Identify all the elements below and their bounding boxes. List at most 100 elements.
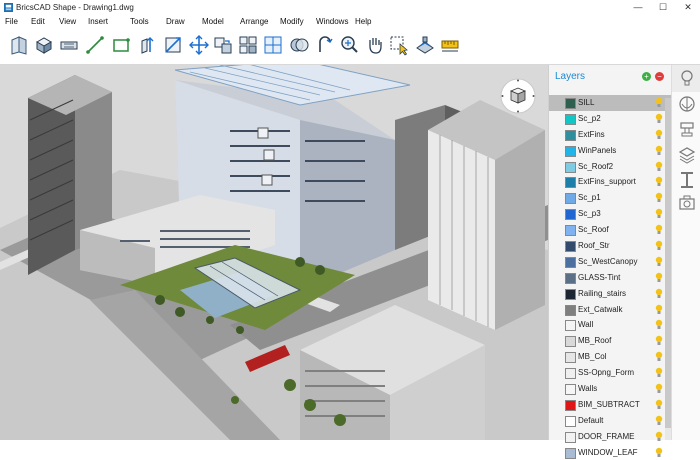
layer-visibility-bulb-icon[interactable] <box>655 399 663 410</box>
box-tool-button[interactable] <box>33 34 55 56</box>
layer-color-swatch[interactable] <box>565 161 576 173</box>
close-button[interactable]: ✕ <box>676 0 700 15</box>
side-tab-lights[interactable] <box>672 65 700 92</box>
layer-visibility-bulb-icon[interactable] <box>655 335 663 346</box>
maximize-button[interactable]: ☐ <box>651 0 675 15</box>
layer-color-swatch[interactable] <box>565 129 576 141</box>
layer-visibility-bulb-icon[interactable] <box>655 272 663 283</box>
zoom-tool-button[interactable] <box>338 34 360 56</box>
layer-row[interactable]: Sc_WestCanopy <box>549 254 672 270</box>
layer-visibility-bulb-icon[interactable] <box>655 176 663 187</box>
layer-visibility-bulb-icon[interactable] <box>655 319 663 330</box>
menu-tools[interactable]: Tools <box>130 17 149 26</box>
menu-windows[interactable]: Windows <box>316 17 348 26</box>
menu-insert[interactable]: Insert <box>88 17 108 26</box>
layer-color-swatch[interactable] <box>565 384 576 396</box>
layer-color-swatch[interactable] <box>565 415 576 427</box>
layer-color-swatch[interactable] <box>565 256 576 268</box>
section-tool-button[interactable] <box>162 34 184 56</box>
layer-row[interactable]: Roof_Str <box>549 238 672 254</box>
layer-visibility-bulb-icon[interactable] <box>655 256 663 267</box>
layer-color-swatch[interactable] <box>565 225 576 237</box>
menu-model[interactable]: Model <box>202 17 224 26</box>
move-tool-button[interactable] <box>188 34 210 56</box>
slab-tool-button[interactable] <box>58 34 80 56</box>
layer-color-swatch[interactable] <box>565 193 576 205</box>
layer-row[interactable]: SS-Opng_Form <box>549 365 672 381</box>
layer-row[interactable]: Sc_p3 <box>549 206 672 222</box>
menu-file[interactable]: File <box>5 17 18 26</box>
layer-row[interactable]: GLASS-Tint <box>549 270 672 286</box>
grid-tool-button[interactable] <box>262 34 284 56</box>
menu-arrange[interactable]: Arrange <box>240 17 268 26</box>
layer-row[interactable]: SILL <box>549 95 672 111</box>
layer-color-swatch[interactable] <box>565 98 576 109</box>
component-tool-button[interactable] <box>414 34 436 56</box>
layer-row[interactable]: Railing_stairs <box>549 286 672 302</box>
layer-color-swatch[interactable] <box>565 447 576 459</box>
layer-row[interactable]: Sc_p2 <box>549 111 672 127</box>
layer-color-swatch[interactable] <box>565 399 576 411</box>
select-tool-button[interactable] <box>388 34 410 56</box>
layer-color-swatch[interactable] <box>565 288 576 300</box>
layer-color-swatch[interactable] <box>565 336 576 348</box>
layer-visibility-bulb-icon[interactable] <box>655 129 663 140</box>
layer-row[interactable]: BIM_SUBTRACT <box>549 397 672 413</box>
layer-color-swatch[interactable] <box>565 272 576 284</box>
side-tab-stamp[interactable] <box>677 120 697 140</box>
copy-tool-button[interactable] <box>212 34 234 56</box>
layer-row[interactable]: Default <box>549 413 672 429</box>
layer-visibility-bulb-icon[interactable] <box>655 367 663 378</box>
layer-visibility-bulb-icon[interactable] <box>655 383 663 394</box>
array-tool-button[interactable] <box>237 34 259 56</box>
layer-color-swatch[interactable] <box>565 241 576 253</box>
layer-row[interactable]: ExtFins <box>549 127 672 143</box>
model-viewport[interactable] <box>0 65 548 440</box>
union-tool-button[interactable] <box>288 34 310 56</box>
menu-draw[interactable]: Draw <box>166 17 185 26</box>
layer-row[interactable]: MB_Roof <box>549 333 672 349</box>
layer-visibility-bulb-icon[interactable] <box>655 192 663 203</box>
side-tab-structure[interactable] <box>677 170 697 190</box>
layer-row[interactable]: Wall <box>549 317 672 333</box>
layer-row[interactable]: DOOR_FRAME <box>549 429 672 445</box>
delete-layer-button[interactable]: − <box>655 72 664 81</box>
layer-color-swatch[interactable] <box>565 352 576 364</box>
layer-row[interactable]: MB_Col <box>549 349 672 365</box>
pan-tool-button[interactable] <box>364 34 386 56</box>
layer-visibility-bulb-icon[interactable] <box>655 224 663 235</box>
push-pull-tool-button[interactable] <box>136 34 158 56</box>
layer-color-swatch[interactable] <box>565 368 576 380</box>
side-tab-materials[interactable] <box>677 95 697 115</box>
layer-visibility-bulb-icon[interactable] <box>655 208 663 219</box>
add-layer-button[interactable]: + <box>642 72 651 81</box>
layer-row[interactable]: Walls <box>549 381 672 397</box>
layer-color-swatch[interactable] <box>565 113 576 125</box>
minimize-button[interactable]: — <box>626 0 650 15</box>
dimension-tool-button[interactable] <box>439 34 461 56</box>
side-tab-layers[interactable] <box>677 145 697 165</box>
menu-edit[interactable]: Edit <box>31 17 45 26</box>
layer-visibility-bulb-icon[interactable] <box>655 145 663 156</box>
layer-color-swatch[interactable] <box>565 431 576 443</box>
layer-row[interactable]: ExtFins_support <box>549 174 672 190</box>
side-tab-camera[interactable] <box>677 193 697 213</box>
layer-row[interactable]: WINDOW_LEAF <box>549 445 672 460</box>
layer-visibility-bulb-icon[interactable] <box>655 113 663 124</box>
view-cube-navigator[interactable] <box>500 78 536 114</box>
layer-visibility-bulb-icon[interactable] <box>655 351 663 362</box>
layer-row[interactable]: Ext_Catwalk <box>549 302 672 318</box>
layer-visibility-bulb-icon[interactable] <box>655 288 663 299</box>
layer-row[interactable]: Sc_Roof <box>549 222 672 238</box>
rectangle-tool-button[interactable] <box>110 34 132 56</box>
menu-modify[interactable]: Modify <box>280 17 304 26</box>
layer-visibility-bulb-icon[interactable] <box>655 447 663 458</box>
layer-row[interactable]: Sc_p1 <box>549 190 672 206</box>
layer-color-swatch[interactable] <box>565 304 576 316</box>
layer-color-swatch[interactable] <box>565 320 576 332</box>
rotate-tool-button[interactable] <box>314 34 336 56</box>
layer-color-swatch[interactable] <box>565 177 576 189</box>
layer-color-swatch[interactable] <box>565 145 576 157</box>
layer-visibility-bulb-icon[interactable] <box>655 161 663 172</box>
layer-visibility-bulb-icon[interactable] <box>655 97 663 108</box>
